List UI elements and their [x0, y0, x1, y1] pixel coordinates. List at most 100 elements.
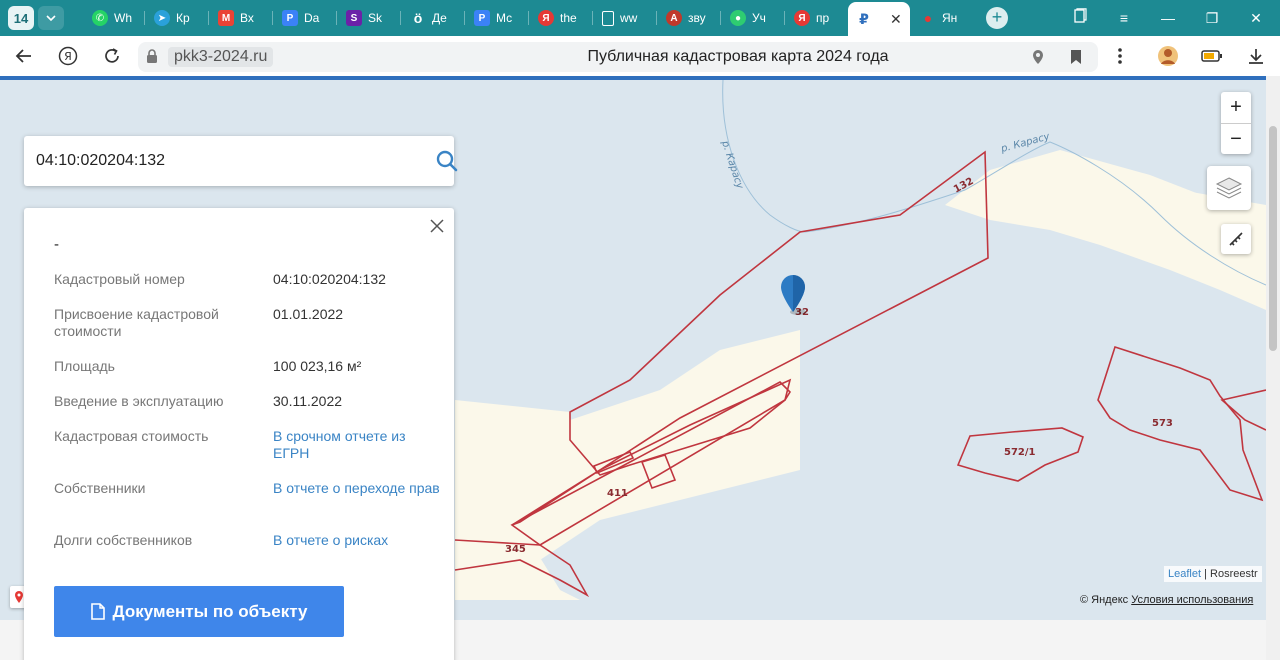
tab-close-icon[interactable]: ✕ — [890, 11, 902, 28]
yandex-logo-icon: Я — [58, 46, 78, 66]
more-menu-button[interactable] — [1108, 44, 1132, 68]
tab-label: the — [560, 11, 577, 25]
tab-search[interactable]: ö Де — [402, 4, 462, 32]
tab-label: Де — [432, 11, 447, 25]
address-bar-row: Я pkk3-2024.ru Публичная кадастровая кар… — [0, 36, 1280, 76]
yandex-icon: Я — [538, 10, 554, 26]
tab-www[interactable]: ww — [594, 4, 652, 32]
bookmark-icon[interactable] — [1070, 49, 1082, 65]
info-label: Долги собственников — [54, 532, 193, 548]
tab-whatsapp[interactable]: ✆ Wh — [84, 4, 142, 32]
info-label: Присвоение кадастровой стоимости — [54, 306, 219, 339]
zoom-in-button[interactable]: + — [1221, 92, 1251, 122]
tab-label: Уч — [752, 11, 766, 25]
pkk-icon: ₽ — [859, 10, 869, 27]
search-o-icon: ö — [413, 10, 423, 26]
page-title: Публичная кадастровая карта 2024 года — [587, 48, 889, 65]
svg-text:Я: Я — [64, 50, 72, 63]
reload-icon — [105, 48, 119, 63]
back-button[interactable] — [12, 44, 36, 68]
info-value: 30.11.2022 — [273, 393, 343, 409]
zoom-control: + − — [1221, 92, 1251, 154]
parcel-label-573: 573 — [1152, 418, 1173, 429]
parcel-label-411: 411 — [607, 488, 628, 499]
menu-icon[interactable]: ≡ — [1114, 8, 1134, 28]
location-pin-icon[interactable] — [1032, 49, 1044, 65]
avatar-icon — [1158, 46, 1178, 66]
collections-icon[interactable] — [1070, 8, 1090, 28]
docs-icon: P — [474, 10, 490, 26]
tab-uch[interactable]: ● Уч — [722, 4, 782, 32]
object-info-panel: - Кадастровый номер 04:10:020204:132 При… — [24, 208, 454, 660]
profile-avatar[interactable] — [1156, 44, 1180, 68]
url-field[interactable]: pkk3-2024.ru Публичная кадастровая карта… — [138, 42, 1098, 72]
location-pin-icon — [15, 591, 23, 603]
yandex-terms-link[interactable]: Условия использования — [1131, 594, 1253, 606]
arrow-left-icon — [15, 49, 31, 63]
telegram-icon: ➤ — [154, 10, 170, 26]
new-tab-button[interactable]: + — [986, 7, 1008, 29]
tab-skillbox[interactable]: S Sk — [338, 4, 396, 32]
close-icon — [430, 219, 444, 233]
tab-telegram[interactable]: ➤ Кр — [146, 4, 204, 32]
info-label: Площадь — [54, 358, 115, 374]
close-window-button[interactable]: ✕ — [1246, 8, 1266, 28]
gmail-icon: M — [218, 10, 234, 26]
chevron-down-icon — [46, 15, 56, 22]
tab-label: Вх — [240, 11, 254, 25]
measure-button[interactable] — [1221, 224, 1251, 254]
cadastral-search-box — [24, 136, 458, 186]
risk-report-link[interactable]: В отчете о рисках — [273, 532, 443, 549]
yandex-copyright: © Яндекс — [1080, 594, 1129, 606]
river-label: р. Карасу — [719, 139, 746, 192]
tab-counter[interactable]: 14 — [8, 6, 34, 30]
battery-icon — [1201, 50, 1222, 62]
tab-label: пр — [816, 11, 830, 25]
egrn-report-link[interactable]: В срочном отчете из ЕГРН — [273, 428, 443, 462]
tab-mail[interactable]: M Вх — [210, 4, 270, 32]
river-label: р. Карасу — [999, 131, 1052, 155]
tab-list-button[interactable] — [38, 6, 64, 30]
browser-tab-bar: 14 ✆ Wh ➤ Кр M Вх P Da S Sk ö Де P Мс Я … — [0, 0, 1280, 36]
info-label: Кадастровый номер — [54, 271, 185, 287]
tab-pkk-active[interactable]: ₽ ✕ — [848, 2, 910, 36]
tab-audio[interactable]: A зву — [658, 4, 718, 32]
map-attribution: Leaflet | Rosreestr — [1164, 566, 1262, 582]
tab-yandex-pr[interactable]: Я пр — [786, 4, 846, 32]
tab-label: зву — [688, 11, 706, 25]
ownership-report-link[interactable]: В отчете о переходе прав — [273, 480, 443, 497]
leaflet-link[interactable]: Leaflet — [1168, 568, 1201, 580]
cadastral-search-input[interactable] — [36, 150, 396, 172]
page-scrollbar[interactable] — [1266, 76, 1280, 660]
search-icon — [436, 150, 458, 172]
tab-yandex-the[interactable]: Я the — [530, 4, 590, 32]
close-panel-button[interactable] — [428, 217, 446, 235]
restore-button[interactable]: ❐ — [1202, 8, 1222, 28]
battery-extension-button[interactable] — [1200, 44, 1224, 68]
reload-button[interactable] — [100, 44, 124, 68]
map-marker-pin[interactable] — [780, 274, 810, 321]
tab-da[interactable]: P Da — [274, 4, 332, 32]
kebab-icon — [1118, 48, 1122, 64]
scrollbar-thumb[interactable] — [1269, 126, 1277, 351]
info-value: 01.01.2022 — [273, 306, 344, 322]
download-icon — [1249, 49, 1263, 64]
tab-label: Da — [304, 11, 320, 25]
attribution-separator: | — [1201, 568, 1211, 580]
tab-mc[interactable]: P Мс — [466, 4, 526, 32]
layers-button[interactable] — [1207, 166, 1251, 210]
downloads-button[interactable] — [1244, 44, 1268, 68]
tab-yandex-maps[interactable]: ● Ян — [912, 4, 972, 32]
object-documents-button[interactable]: Документы по объекту — [54, 586, 344, 637]
minimize-button[interactable]: — — [1158, 8, 1178, 28]
info-label: Кадастровая стоимость — [54, 428, 209, 444]
map-pin-icon — [781, 275, 806, 315]
search-button[interactable] — [436, 150, 460, 174]
yandex-button[interactable]: Я — [56, 44, 80, 68]
lock-icon — [147, 49, 157, 63]
yandex-attribution: © Яндекс Условия использования — [1080, 594, 1253, 606]
rosreestr-text: Rosreestr — [1210, 568, 1258, 580]
tab-label: Ян — [942, 11, 958, 25]
zoom-out-button[interactable]: − — [1221, 124, 1251, 154]
parcel-right — [1220, 389, 1266, 431]
